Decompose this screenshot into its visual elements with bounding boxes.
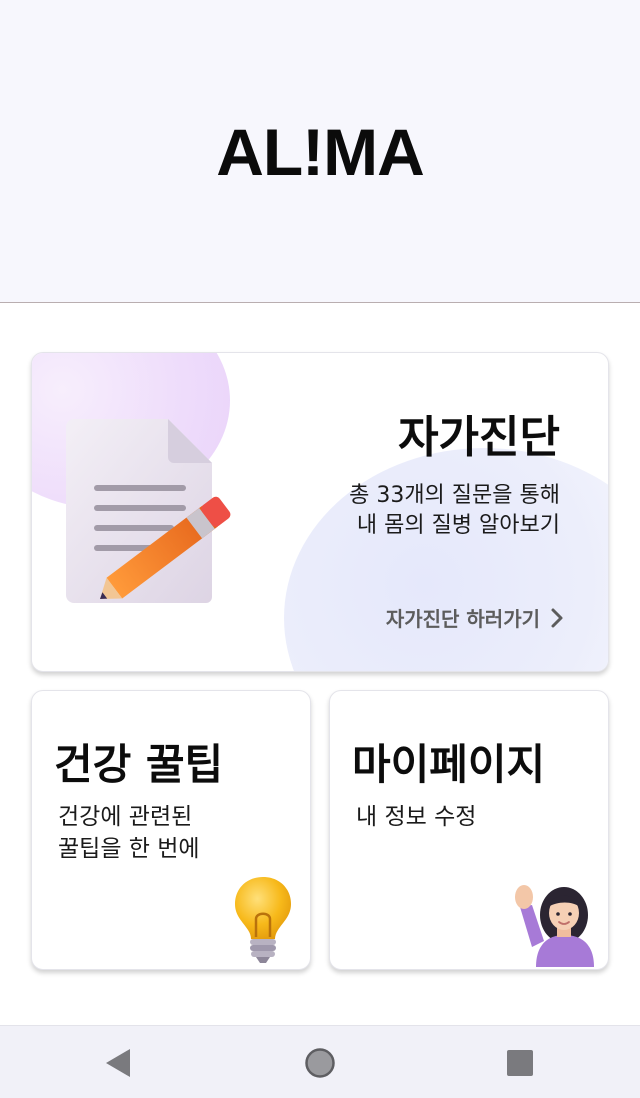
system-navigation-bar xyxy=(0,1025,640,1098)
my-page-card[interactable]: 마이페이지 내 정보 수정 xyxy=(329,690,609,970)
start-self-diagnosis-label: 자가진단 하러가기 xyxy=(385,607,540,631)
health-tips-card[interactable]: 건강 꿀팁 건강에 관련된 꿀팁을 한 번에 xyxy=(31,690,311,970)
app-logo: AL!MA xyxy=(216,115,425,189)
home-circle-icon[interactable] xyxy=(303,1046,337,1080)
self-diagnosis-desc-line1: 총 33개의 질문을 통해 xyxy=(349,483,560,508)
my-page-desc-line1: 내 정보 수정 xyxy=(356,804,477,830)
health-tips-title: 건강 꿀팁 xyxy=(54,740,224,789)
waving-person-icon xyxy=(515,885,594,967)
health-tips-description: 건강에 관련된 꿀팁을 한 번에 xyxy=(58,801,200,865)
start-self-diagnosis-link[interactable]: 자가진단 하러가기 xyxy=(386,603,564,632)
app-header: AL!MA xyxy=(0,0,640,303)
health-tips-desc-line2: 꿀팁을 한 번에 xyxy=(58,836,200,862)
recent-apps-square-icon[interactable] xyxy=(503,1046,537,1080)
self-diagnosis-desc-line2: 내 몸의 질병 알아보기 xyxy=(356,513,560,538)
document-pencil-icon xyxy=(66,419,231,603)
health-tips-desc-line1: 건강에 관련된 xyxy=(58,804,193,830)
back-triangle-icon[interactable] xyxy=(102,1046,136,1080)
self-diagnosis-card[interactable]: 자가진단 총 33개의 질문을 통해 내 몸의 질병 알아보기 자가진단 하러가… xyxy=(31,352,609,672)
my-page-title: 마이페이지 xyxy=(352,740,546,789)
self-diagnosis-description: 총 33개의 질문을 통해 내 몸의 질병 알아보기 xyxy=(349,481,560,541)
chevron-right-icon xyxy=(551,608,563,627)
self-diagnosis-title: 자가진단 xyxy=(398,412,560,463)
light-bulb-icon xyxy=(235,877,291,963)
my-page-description: 내 정보 수정 xyxy=(356,801,476,833)
